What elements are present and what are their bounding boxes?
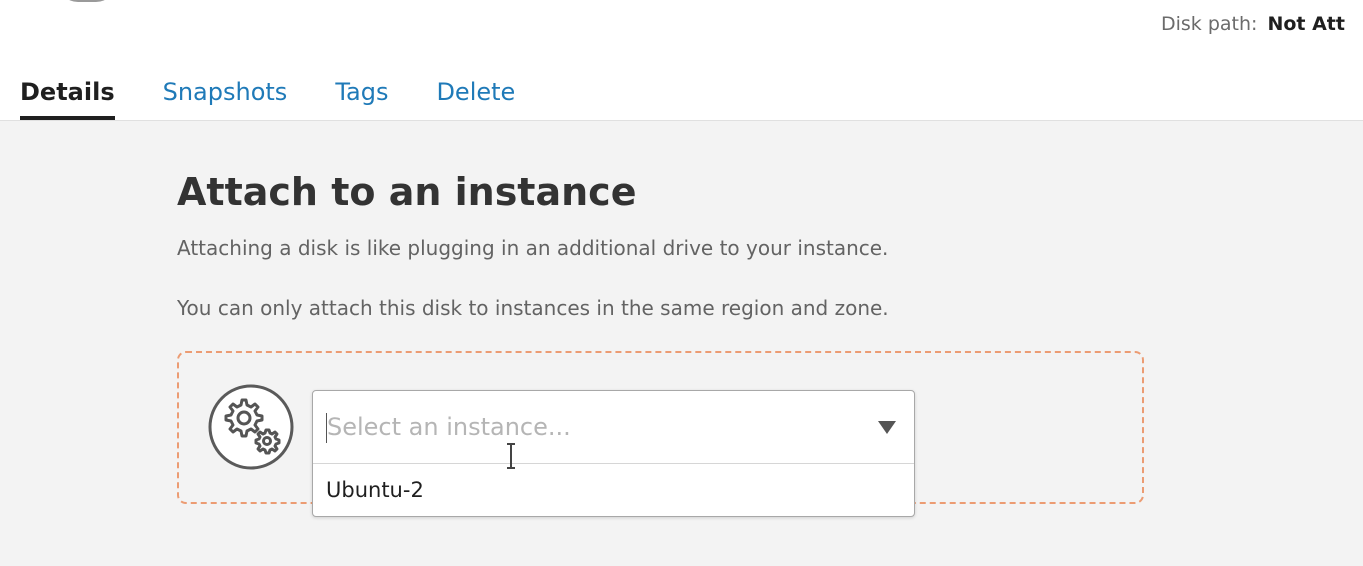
attach-title: Attach to an instance	[177, 170, 637, 214]
tab-tags[interactable]: Tags	[335, 76, 388, 120]
instance-option-ubuntu-2[interactable]: Ubuntu-2	[313, 464, 914, 516]
disk-path-value: Not Att	[1267, 13, 1345, 35]
tab-delete[interactable]: Delete	[436, 76, 515, 120]
disk-path-info: Disk path: Not Att	[1161, 13, 1363, 35]
instance-select[interactable]: Select an instance... Ubuntu-2	[312, 390, 915, 517]
tab-bar: Details Snapshots Tags Delete	[20, 76, 563, 122]
gears-icon	[207, 383, 295, 471]
tab-snapshots[interactable]: Snapshots	[163, 76, 288, 120]
dropdown-arrow-icon[interactable]	[878, 421, 896, 434]
tab-details[interactable]: Details	[20, 76, 115, 120]
disk-path-label: Disk path:	[1161, 13, 1258, 35]
attach-description-1: Attaching a disk is like plugging in an …	[177, 236, 889, 260]
instance-select-input[interactable]: Select an instance...	[313, 391, 914, 464]
attach-description-2: You can only attach this disk to instanc…	[177, 296, 889, 320]
top-header: Disk path: Not Att Details Snapshots Tags…	[0, 0, 1363, 121]
resource-icon-edge	[58, 0, 116, 2]
instance-select-placeholder: Select an instance...	[327, 413, 571, 441]
text-cursor-icon	[507, 443, 515, 469]
